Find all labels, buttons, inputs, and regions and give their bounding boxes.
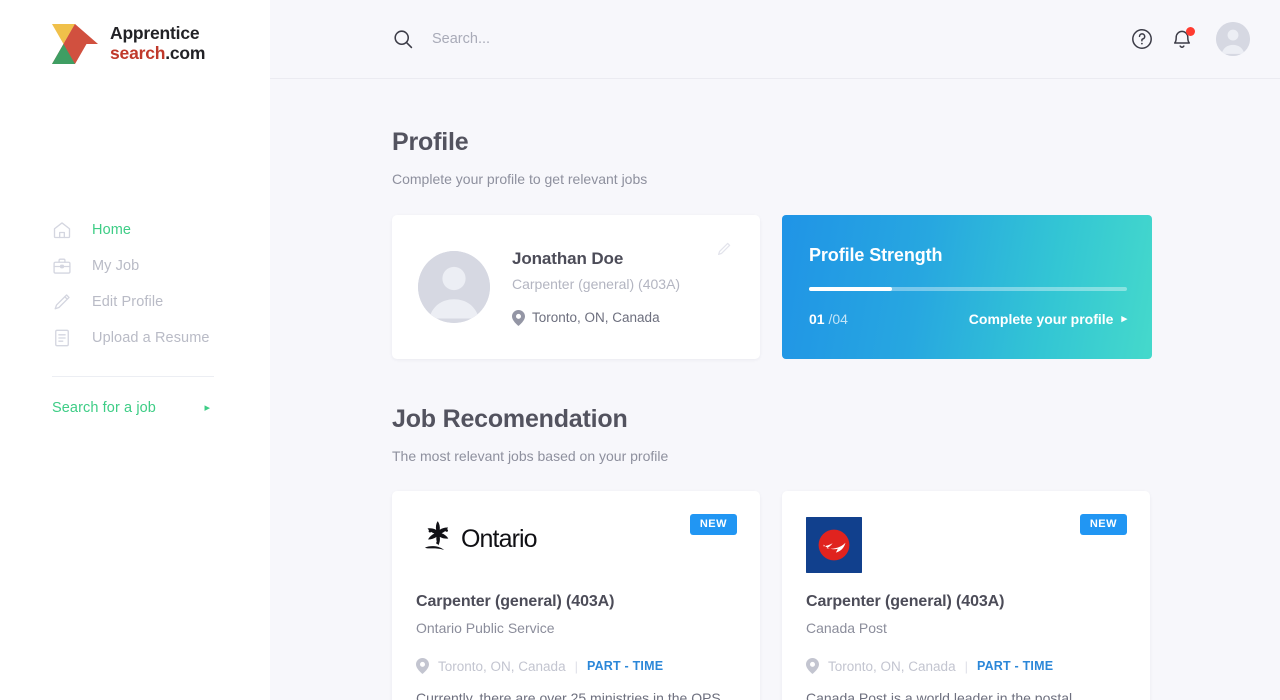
profile-card[interactable]: Jonathan Doe Carpenter (general) (403A) … xyxy=(392,215,760,359)
content-area: Profile Complete your profile to get rel… xyxy=(270,79,1280,700)
job-meta: Toronto, ON, Canada | PART - TIME xyxy=(806,658,1126,674)
briefcase-icon xyxy=(52,256,72,276)
ontario-trillium-logo-icon: Ontario xyxy=(416,517,538,561)
job-meta: Toronto, ON, Canada | PART - TIME xyxy=(416,658,736,674)
brand-wordmark: Apprentice search.com xyxy=(110,24,205,63)
job-logo: Ontario xyxy=(416,517,736,573)
sidebar-item-edit-profile-label: Edit Profile xyxy=(92,294,164,310)
sidebar-nav: Home My Job Edit Profile Upload a Resume… xyxy=(0,212,270,416)
job-card[interactable]: NEW Carpenter (general) (403A) Canada Po… xyxy=(782,491,1150,700)
job-type-badge: PART - TIME xyxy=(976,659,1054,673)
sidebar-item-my-job-label: My Job xyxy=(92,258,140,274)
profile-strength-footer: 01 /04 Complete your profile ▸ xyxy=(809,311,1127,327)
job-location: Toronto, ON, Canada xyxy=(828,658,956,674)
job-logo xyxy=(806,517,1126,573)
profile-strength-current: 01 xyxy=(809,311,825,327)
map-pin-icon xyxy=(416,658,429,674)
avatar[interactable] xyxy=(1216,22,1250,56)
brand-search-text: search xyxy=(110,43,166,63)
sidebar-item-upload-resume-label: Upload a Resume xyxy=(92,330,210,346)
sidebar-item-home-label: Home xyxy=(92,222,132,238)
canada-post-logo-icon xyxy=(806,517,862,573)
profile-avatar xyxy=(418,251,490,323)
status-badge: NEW xyxy=(689,514,737,535)
job-type-badge: PART - TIME xyxy=(586,659,664,673)
page-subtitle: Complete your profile to get relevant jo… xyxy=(392,171,648,187)
job-meta-separator: | xyxy=(574,658,578,674)
home-icon xyxy=(52,220,72,240)
top-bar-actions xyxy=(1130,22,1250,56)
profile-cards-row: Jonathan Doe Carpenter (general) (403A) … xyxy=(392,215,1280,359)
jobs-section-subtitle: The most relevant jobs based on your pro… xyxy=(392,448,669,464)
document-icon xyxy=(52,328,72,348)
profile-info: Jonathan Doe Carpenter (general) (403A) … xyxy=(512,249,680,326)
brand-domain-text: .com xyxy=(165,43,206,63)
sidebar-item-my-job[interactable]: My Job xyxy=(0,248,270,284)
profile-location-text: Toronto, ON, Canada xyxy=(532,310,660,325)
profile-strength-total: 04 xyxy=(832,311,848,327)
bell-icon[interactable] xyxy=(1170,27,1195,51)
global-search xyxy=(392,28,1130,50)
brand-logo[interactable]: Apprentice search.com xyxy=(0,0,270,64)
sidebar-item-upload-resume[interactable]: Upload a Resume xyxy=(0,320,270,356)
search-icon[interactable] xyxy=(392,28,414,50)
complete-your-profile-button[interactable]: Complete your profile ▸ xyxy=(969,311,1127,327)
profile-strength-title: Profile Strength xyxy=(809,245,943,265)
app-root: Apprentice search.com Home My Job Edit P… xyxy=(0,0,1280,700)
job-title: Carpenter (general) (403A) xyxy=(416,593,615,610)
sidebar-search-for-a-job-label: Search for a job xyxy=(52,400,156,416)
page-title: Profile xyxy=(392,128,469,156)
profile-strength-progressbar xyxy=(809,287,1127,291)
apprentice-chevron-logo-icon xyxy=(52,24,98,64)
sidebar: Apprentice search.com Home My Job Edit P… xyxy=(0,0,270,700)
job-card[interactable]: NEW Ontario Carpenter (general) (403A) O… xyxy=(392,491,760,700)
chevron-right-icon: ▸ xyxy=(1121,312,1127,325)
top-bar xyxy=(270,0,1280,79)
map-pin-icon xyxy=(512,309,525,326)
job-meta-separator: | xyxy=(964,658,968,674)
job-title: Carpenter (general) (403A) xyxy=(806,593,1005,610)
job-company: Ontario Public Service xyxy=(416,620,555,636)
main-area: Profile Complete your profile to get rel… xyxy=(270,0,1280,700)
pencil-icon xyxy=(52,292,72,312)
jobs-section-title: Job Recomendation xyxy=(392,405,628,433)
map-pin-icon xyxy=(806,658,819,674)
brand-line-1: Apprentice xyxy=(110,23,200,44)
status-badge: NEW xyxy=(1079,514,1127,535)
sidebar-item-home[interactable]: Home xyxy=(0,212,270,248)
profile-location: Toronto, ON, Canada xyxy=(512,309,680,326)
job-company: Canada Post xyxy=(806,620,887,636)
search-input[interactable] xyxy=(432,31,752,47)
chevron-right-icon: ▸ xyxy=(204,401,210,414)
profile-strength-card: Profile Strength 01 /04 Complete your pr… xyxy=(782,215,1152,359)
job-description: Canada Post is a world leader in the pos… xyxy=(806,690,1073,700)
ontario-wordmark: Ontario xyxy=(461,524,538,553)
profile-strength-progress-fill xyxy=(809,287,892,291)
sidebar-item-edit-profile[interactable]: Edit Profile xyxy=(0,284,270,320)
profile-role: Carpenter (general) (403A) xyxy=(512,275,681,292)
complete-your-profile-label: Complete your profile xyxy=(968,311,1114,327)
sidebar-search-for-a-job[interactable]: Search for a job ▸ xyxy=(0,400,214,416)
profile-strength-count: 01 /04 xyxy=(809,311,848,327)
notification-unread-dot xyxy=(1186,27,1195,36)
help-circle-icon[interactable] xyxy=(1130,27,1154,51)
sidebar-divider xyxy=(52,376,214,377)
brand-line-2: search.com xyxy=(110,43,206,64)
job-description: Currently, there are over 25 ministries … xyxy=(416,690,725,700)
profile-name: Jonathan Doe xyxy=(512,248,624,268)
job-cards-row: NEW Ontario Carpenter (general) (403A) O… xyxy=(392,491,1280,700)
job-location: Toronto, ON, Canada xyxy=(438,658,566,674)
